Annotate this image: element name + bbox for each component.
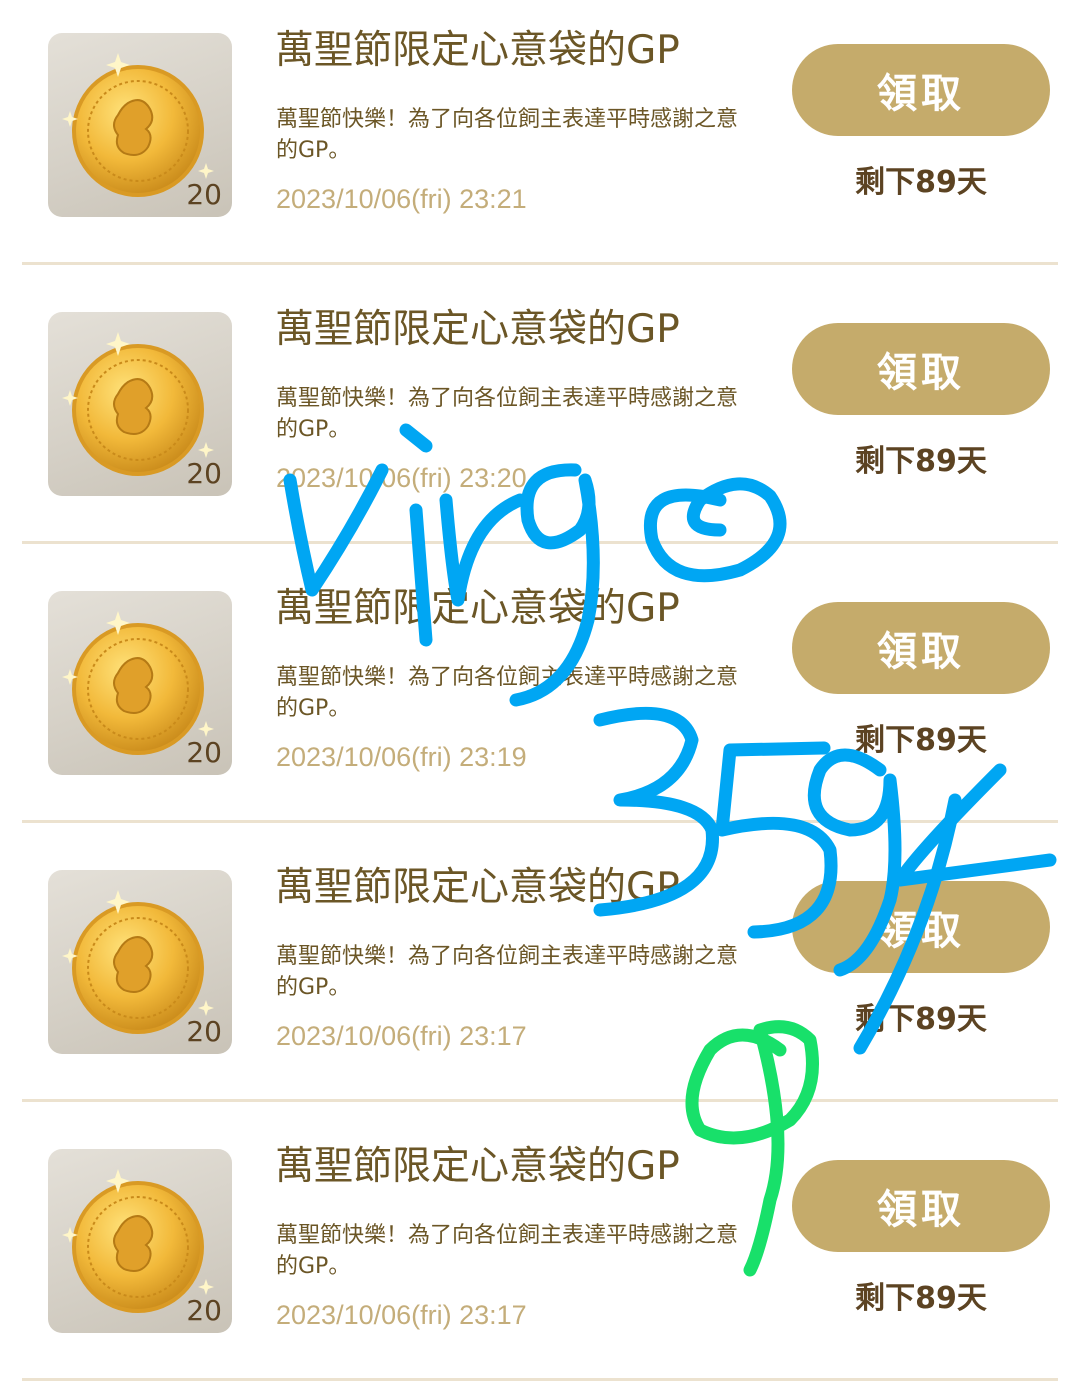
item-thumbnail: 20 [48, 33, 232, 217]
item-date: 2023/10/06(fri) 23:19 [276, 742, 527, 772]
item-title: 萬聖節限定心意袋的GP [275, 865, 680, 910]
item-quantity: 20 [186, 736, 222, 769]
item-thumbnail: 20 [48, 1149, 232, 1333]
item-quantity: 20 [186, 178, 222, 211]
item-title: 萬聖節限定心意袋的GP [275, 586, 680, 631]
list-item: 20 萬聖節限定心意袋的GP 萬聖節快樂！為了向各位飼主表達平時感謝之意的GP。… [0, 279, 1080, 558]
list-item: 20 萬聖節限定心意袋的GP 萬聖節快樂！為了向各位飼主表達平時感謝之意的GP。… [0, 837, 1080, 1116]
item-title: 萬聖節限定心意袋的GP [275, 1144, 680, 1189]
item-quantity: 20 [186, 1015, 222, 1048]
claim-button[interactable]: 領取 [792, 44, 1050, 136]
claim-button[interactable]: 領取 [792, 602, 1050, 694]
item-description: 萬聖節快樂！為了向各位飼主表達平時感謝之意的GP。 [276, 944, 739, 1000]
remaining-days: 剩下89天 [855, 165, 987, 200]
item-date: 2023/10/06(fri) 23:17 [276, 1300, 527, 1330]
item-description: 萬聖節快樂！為了向各位飼主表達平時感謝之意的GP。 [276, 107, 739, 163]
divider [22, 541, 1058, 544]
item-quantity: 20 [186, 457, 222, 490]
remaining-days: 剩下89天 [855, 1002, 987, 1037]
claim-button[interactable]: 領取 [792, 1160, 1050, 1252]
remaining-days: 剩下89天 [855, 444, 987, 479]
remaining-days: 剩下89天 [855, 723, 987, 758]
claim-button[interactable]: 領取 [792, 323, 1050, 415]
item-thumbnail: 20 [48, 312, 232, 496]
list-item: 20 萬聖節限定心意袋的GP 萬聖節快樂！為了向各位飼主表達平時感謝之意的GP。… [0, 0, 1080, 279]
list-item: 20 萬聖節限定心意袋的GP 萬聖節快樂！為了向各位飼主表達平時感謝之意的GP。… [0, 558, 1080, 837]
remaining-days: 剩下89天 [855, 1281, 987, 1316]
divider [22, 1099, 1058, 1102]
list-item: 20 萬聖節限定心意袋的GP 萬聖節快樂！為了向各位飼主表達平時感謝之意的GP。… [0, 1116, 1080, 1395]
item-title: 萬聖節限定心意袋的GP [275, 28, 680, 73]
item-description: 萬聖節快樂！為了向各位飼主表達平時感謝之意的GP。 [276, 665, 739, 721]
divider [22, 820, 1058, 823]
claim-button[interactable]: 領取 [792, 881, 1050, 973]
item-date: 2023/10/06(fri) 23:17 [276, 1021, 527, 1051]
item-description: 萬聖節快樂！為了向各位飼主表達平時感謝之意的GP。 [276, 1223, 739, 1279]
item-description: 萬聖節快樂！為了向各位飼主表達平時感謝之意的GP。 [276, 386, 739, 442]
item-thumbnail: 20 [48, 591, 232, 775]
item-quantity: 20 [186, 1294, 222, 1327]
item-date: 2023/10/06(fri) 23:20 [276, 463, 527, 493]
divider [22, 262, 1058, 265]
item-date: 2023/10/06(fri) 23:21 [276, 184, 527, 214]
item-thumbnail: 20 [48, 870, 232, 1054]
item-title: 萬聖節限定心意袋的GP [275, 307, 680, 352]
